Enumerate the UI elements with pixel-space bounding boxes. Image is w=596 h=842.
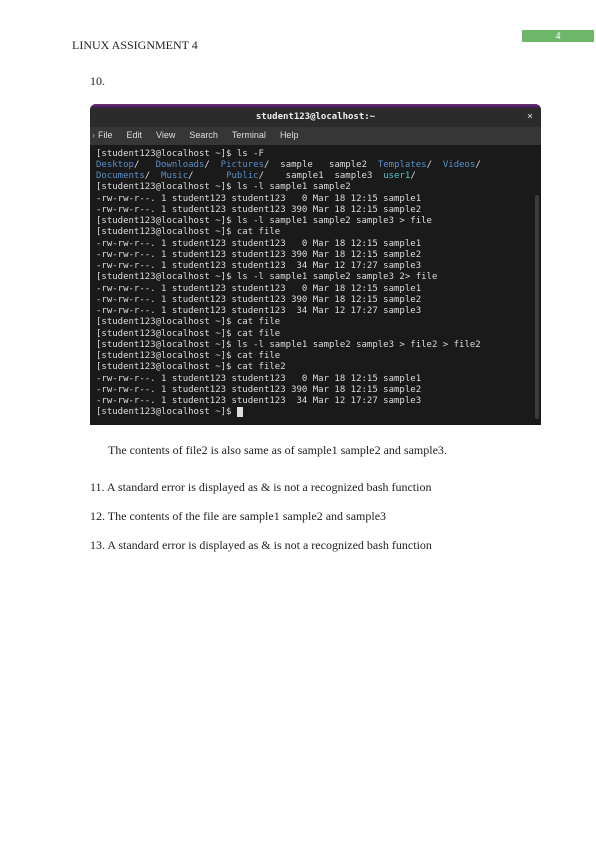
paragraph-file2: The contents of file2 is also same as of… <box>108 443 540 458</box>
term-line: [student123@localhost ~]$ cat file <box>96 329 280 339</box>
term-line: -rw-rw-r--. 1 student123 student123 0 Ma… <box>96 284 421 294</box>
menu-file[interactable]: File <box>98 130 113 141</box>
term-line: [student123@localhost ~]$ <box>96 407 237 417</box>
scrollbar[interactable] <box>535 195 539 419</box>
menu-view[interactable]: View <box>156 130 175 141</box>
menu-help[interactable]: Help <box>280 130 299 141</box>
term-line: [student123@localhost ~]$ ls -l sample1 … <box>96 216 432 226</box>
dir-downloads: Downloads <box>156 160 205 170</box>
caret-icon: › <box>92 130 95 141</box>
term-line: -rw-rw-r--. 1 student123 student123 34 M… <box>96 396 421 406</box>
dir-desktop: Desktop <box>96 160 134 170</box>
window-title: student123@localhost:~ <box>256 112 375 122</box>
term-line: [student123@localhost ~]$ cat file <box>96 351 280 361</box>
term-line: -rw-rw-r--. 1 student123 student123 390 … <box>96 385 421 395</box>
window-titlebar: student123@localhost:~ × <box>90 108 541 127</box>
list-item-12: 12. The contents of the file are sample1… <box>90 509 540 524</box>
cursor-icon <box>237 407 243 417</box>
document-header: LINUX ASSIGNMENT 4 <box>72 38 588 53</box>
list-item-13: 13. A standard error is displayed as & i… <box>90 538 540 553</box>
menu-bar: › File Edit View Search Terminal Help <box>90 127 541 144</box>
dir-templates: Templates <box>378 160 427 170</box>
document-body: 10. student123@localhost:~ × › File Edit… <box>90 74 540 567</box>
term-line: [student123@localhost ~]$ ls -l sample1 … <box>96 182 351 192</box>
term-line: -rw-rw-r--. 1 student123 student123 390 … <box>96 295 421 305</box>
close-icon[interactable]: × <box>527 111 533 124</box>
term-line: -rw-rw-r--. 1 student123 student123 0 Ma… <box>96 239 421 249</box>
term-line: [student123@localhost ~]$ ls -l sample1 … <box>96 340 481 350</box>
term-text: / <box>204 160 220 170</box>
term-line: [student123@localhost ~]$ ls -F <box>96 149 264 159</box>
term-line: -rw-rw-r--. 1 student123 student123 390 … <box>96 250 421 260</box>
dir-user1: user1 <box>383 171 410 181</box>
dir-music: Music <box>161 171 188 181</box>
term-text: / sample sample2 <box>264 160 378 170</box>
terminal-window: student123@localhost:~ × › File Edit Vie… <box>90 104 541 425</box>
list-number-10: 10. <box>90 74 540 89</box>
term-line: -rw-rw-r--. 1 student123 student123 390 … <box>96 205 421 215</box>
list-item-11: 11. A standard error is displayed as & i… <box>90 480 540 495</box>
term-text: / <box>145 171 161 181</box>
terminal-output[interactable]: [student123@localhost ~]$ ls -F Desktop/… <box>90 145 541 425</box>
dir-pictures: Pictures <box>221 160 264 170</box>
dir-public: Public <box>226 171 259 181</box>
term-line: -rw-rw-r--. 1 student123 student123 34 M… <box>96 306 421 316</box>
document-title: LINUX ASSIGNMENT 4 <box>72 38 198 53</box>
dir-videos: Videos <box>443 160 476 170</box>
term-line: [student123@localhost ~]$ ls -l sample1 … <box>96 272 437 282</box>
term-text: / <box>188 171 226 181</box>
menu-search[interactable]: Search <box>189 130 218 141</box>
term-text: / <box>410 171 415 181</box>
term-text: / <box>134 160 156 170</box>
term-line: -rw-rw-r--. 1 student123 student123 0 Ma… <box>96 374 421 384</box>
menu-edit[interactable]: Edit <box>127 130 143 141</box>
term-line: -rw-rw-r--. 1 student123 student123 34 M… <box>96 261 421 271</box>
dir-documents: Documents <box>96 171 145 181</box>
term-text: / <box>427 160 443 170</box>
term-text: / <box>475 160 480 170</box>
menu-terminal[interactable]: Terminal <box>232 130 266 141</box>
term-line: [student123@localhost ~]$ cat file <box>96 317 280 327</box>
term-line: -rw-rw-r--. 1 student123 student123 0 Ma… <box>96 194 421 204</box>
term-text: / sample1 sample3 <box>259 171 384 181</box>
term-line: [student123@localhost ~]$ cat file <box>96 227 280 237</box>
term-line: [student123@localhost ~]$ cat file2 <box>96 362 286 372</box>
